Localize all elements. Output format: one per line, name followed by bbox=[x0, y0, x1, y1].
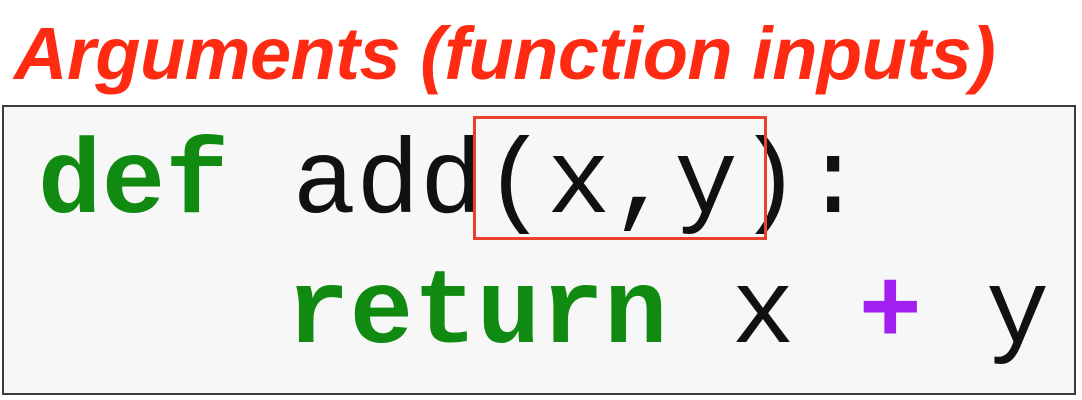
keyword-return: return bbox=[286, 254, 668, 374]
code-block: def add(x,y): return x + y bbox=[2, 105, 1076, 395]
return-right-operand: y bbox=[985, 254, 1050, 374]
code-line-def: def add(x,y): bbox=[38, 129, 865, 239]
keyword-def: def bbox=[38, 124, 229, 244]
function-name: add bbox=[292, 124, 484, 244]
code-line-return: return x + y bbox=[286, 259, 1049, 369]
title-heading: Arguments (function inputs) bbox=[14, 12, 996, 95]
function-params: (x,y) bbox=[483, 124, 802, 244]
return-left-operand: x bbox=[731, 254, 795, 374]
colon: : bbox=[801, 124, 865, 244]
plus-operator: + bbox=[858, 254, 923, 374]
